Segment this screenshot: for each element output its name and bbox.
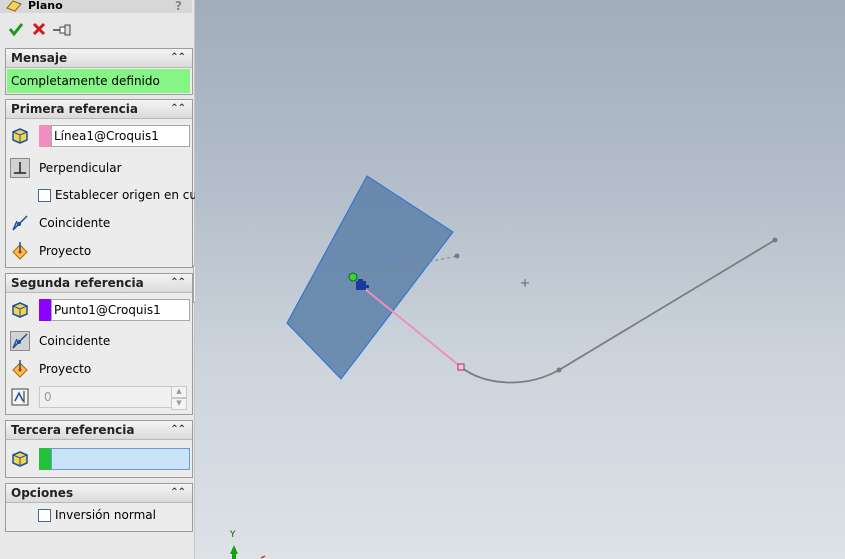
ok-button[interactable]	[8, 21, 26, 39]
axis-triad-icon	[230, 545, 266, 559]
message-text: Completamente definido	[7, 69, 190, 93]
line-endpoint-marker[interactable]	[457, 363, 465, 371]
spinner-up-icon[interactable]: ▲	[171, 386, 187, 398]
distance-value-input[interactable]: 0	[39, 386, 174, 408]
flip-normal-checkbox-row[interactable]: Inversión normal	[6, 504, 192, 528]
coincident-constraint-row[interactable]: Coincidente	[6, 329, 192, 353]
distance-value-row: 0 ▲ ▼	[6, 385, 192, 410]
panel-title-bar: Plano ?	[0, 0, 192, 13]
set-origin-label: Establecer origen en curv	[55, 188, 210, 202]
axis-y-label: Y	[230, 530, 236, 540]
checkmark-icon	[8, 23, 24, 37]
sketch-curve[interactable]	[460, 239, 776, 384]
curve-point	[556, 367, 562, 373]
second-reference-color-swatch	[39, 299, 51, 321]
flip-distance-icon[interactable]	[10, 387, 30, 407]
reference-box-icon	[10, 449, 30, 469]
third-reference-selection-row	[6, 447, 192, 471]
collapse-chevron-icon[interactable]: ⌃⌃	[170, 421, 186, 439]
set-origin-checkbox-row[interactable]: Establecer origen en curv	[6, 184, 209, 208]
reference-box-icon	[10, 126, 30, 146]
close-icon	[32, 22, 46, 36]
options-title: Opciones	[11, 486, 74, 500]
coincident-constraint-row[interactable]: Coincidente	[6, 211, 192, 235]
first-reference-color-swatch	[39, 125, 51, 147]
third-reference-entity-field[interactable]	[51, 448, 190, 470]
perpendicular-constraint-row[interactable]: Perpendicular	[6, 156, 192, 180]
panel-title: Plano	[28, 0, 63, 12]
curve-endpoint	[772, 237, 778, 243]
set-origin-checkbox[interactable]	[38, 189, 51, 202]
collapse-chevron-icon[interactable]: ⌃⌃	[170, 484, 186, 502]
collapse-chevron-icon[interactable]: ⌃⌃	[170, 274, 186, 292]
perpendicular-icon[interactable]	[10, 158, 30, 178]
flip-normal-label: Inversión normal	[55, 508, 156, 522]
project-label: Proyecto	[39, 244, 92, 258]
coincident-label: Coincidente	[39, 334, 111, 348]
cancel-button[interactable]	[31, 21, 49, 39]
coincident-icon[interactable]	[10, 331, 30, 351]
plane-icon	[6, 0, 22, 15]
pushpin-icon	[53, 24, 71, 36]
graphics-viewport[interactable]: Y	[195, 0, 845, 559]
collapse-chevron-icon[interactable]: ⌃⌃	[170, 49, 186, 67]
pin-button[interactable]	[52, 21, 71, 39]
coincident-label: Coincidente	[39, 216, 111, 230]
project-constraint-row[interactable]: Proyecto	[6, 357, 192, 381]
third-reference-group: Tercera referencia ⌃⌃	[5, 420, 193, 478]
model-view-canvas[interactable]	[195, 0, 845, 559]
flip-normal-checkbox[interactable]	[38, 509, 51, 522]
message-group: Mensaje ⌃⌃ Completamente definido	[5, 48, 193, 95]
project-constraint-row[interactable]: Proyecto	[6, 239, 192, 263]
help-button[interactable]: ?	[175, 0, 182, 12]
second-reference-selection-row: Punto1@Croquis1	[6, 298, 192, 322]
second-reference-entity-field[interactable]: Punto1@Croquis1	[51, 299, 190, 321]
property-manager-panel: Plano ? Mensaje ⌃⌃ Completamente definid…	[0, 0, 209, 559]
green-point-marker[interactable]	[348, 272, 358, 282]
preview-line-endpoint	[454, 253, 460, 259]
third-reference-title: Tercera referencia	[11, 423, 135, 437]
first-reference-selection-row: Línea1@Croquis1	[6, 124, 192, 148]
message-group-title: Mensaje	[11, 51, 68, 65]
spinner-down-icon[interactable]: ▼	[171, 398, 187, 410]
crosshair-cursor-icon	[521, 279, 529, 287]
second-reference-group: Segunda referencia ⌃⌃ Punto1@Croquis1 Co…	[5, 273, 193, 415]
project-icon[interactable]	[10, 241, 30, 261]
collapse-chevron-icon[interactable]: ⌃⌃	[170, 100, 186, 118]
options-group: Opciones ⌃⌃ Inversión normal	[5, 483, 193, 532]
distance-spinner[interactable]: ▲ ▼	[171, 386, 187, 410]
perpendicular-label: Perpendicular	[39, 161, 122, 175]
coincident-icon[interactable]	[10, 213, 30, 233]
first-reference-title: Primera referencia	[11, 102, 139, 116]
second-reference-title: Segunda referencia	[11, 276, 144, 290]
project-icon[interactable]	[10, 359, 30, 379]
third-reference-color-swatch	[39, 448, 51, 470]
reference-box-icon	[10, 300, 30, 320]
plane-preview[interactable]	[286, 175, 454, 380]
project-label: Proyecto	[39, 362, 92, 376]
first-reference-entity-field[interactable]: Línea1@Croquis1	[51, 125, 190, 147]
first-reference-group: Primera referencia ⌃⌃ Línea1@Croquis1 Pe…	[5, 99, 209, 268]
